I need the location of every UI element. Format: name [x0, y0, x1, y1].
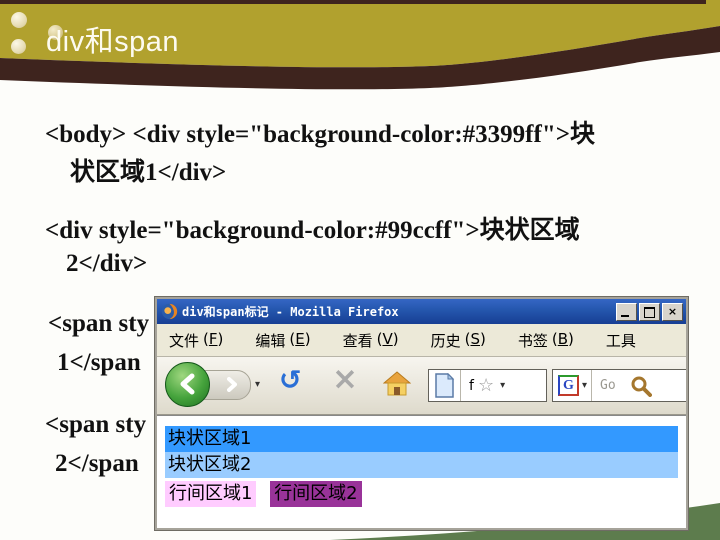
minimize-button[interactable]: [616, 302, 637, 321]
code-line: <span sty: [45, 411, 147, 438]
menu-item-edit[interactable]: 编辑 (E): [255, 330, 310, 351]
search-bar[interactable]: G ▾ Go: [552, 369, 686, 402]
menu-shortcut: (E): [289, 329, 311, 348]
menu-label: 历史: [430, 331, 461, 350]
bookmark-star-icon[interactable]: ☆: [478, 375, 494, 396]
browser-titlebar[interactable]: div和span标记 - Mozilla Firefox ×: [157, 299, 686, 324]
browser-page-content: 块状区域1 块状区域2 行间区域1 行间区域2: [157, 415, 686, 528]
menu-label: 工具: [605, 331, 636, 350]
code-line: 状区域1</div>: [70, 159, 227, 186]
page-icon: [435, 373, 455, 398]
demo-div-block-1: 块状区域1: [165, 426, 678, 452]
menu-item-tools[interactable]: 工具: [606, 330, 636, 351]
code-line: <div style="background-color:#99ccff">块状…: [45, 217, 580, 244]
search-magnifier-icon[interactable]: [630, 375, 652, 397]
menu-label: 书签: [517, 331, 548, 350]
refresh-button[interactable]: ↻: [279, 365, 302, 396]
menu-shortcut: (V): [376, 329, 399, 348]
menu-label: 编辑: [255, 331, 286, 350]
menu-item-file[interactable]: 文件 (F): [169, 330, 223, 351]
demo-span-row: 行间区域1 行间区域2: [165, 481, 678, 507]
window-title: div和span标记 - Mozilla Firefox: [182, 305, 399, 319]
code-line: 1</span: [57, 349, 141, 376]
menu-shortcut: (S): [464, 329, 486, 348]
browser-toolbar: ▾ ↻ × f ☆ ▾ G ▾ Go: [157, 357, 686, 415]
menu-shortcut: (B): [551, 329, 574, 348]
divider: [460, 370, 461, 401]
code-line: 2</span: [55, 450, 139, 477]
back-button[interactable]: [165, 362, 210, 407]
back-history-dropdown-icon[interactable]: ▾: [255, 379, 260, 390]
search-engine-dropdown-icon[interactable]: ▾: [582, 380, 587, 391]
demo-span-2: 行间区域2: [270, 481, 362, 507]
address-bar[interactable]: f ☆ ▾: [428, 369, 547, 402]
code-line: <span sty: [48, 310, 150, 337]
bullet-dot-icon: [11, 39, 26, 54]
stop-button[interactable]: ×: [332, 361, 358, 397]
home-button[interactable]: [383, 371, 411, 397]
menu-label: 查看: [342, 331, 373, 350]
close-button[interactable]: ×: [662, 302, 683, 321]
divider: [591, 370, 593, 401]
browser-window: div和span标记 - Mozilla Firefox × 文件 (F) 编辑…: [155, 297, 688, 530]
browser-menubar: 文件 (F) 编辑 (E) 查看 (V) 历史 (S) 书签 (B) 工具: [157, 324, 686, 357]
firefox-icon: [161, 303, 178, 320]
address-input[interactable]: f: [469, 378, 474, 394]
demo-span-1: 行间区域1: [165, 481, 257, 507]
code-line: <body> <div style="background-color:#339…: [45, 121, 595, 148]
menu-item-bookmarks[interactable]: 书签 (B): [518, 330, 574, 351]
forward-arrow-icon: [227, 377, 237, 392]
menu-item-history[interactable]: 历史 (S): [431, 330, 486, 351]
maximize-button[interactable]: [639, 302, 660, 321]
back-arrow-icon: [180, 373, 195, 395]
demo-div-block-2: 块状区域2: [165, 452, 678, 478]
menu-item-view[interactable]: 查看 (V): [343, 330, 399, 351]
slide: div和span <body> <div style="background-c…: [0, 0, 720, 540]
address-dropdown-icon[interactable]: ▾: [500, 380, 505, 391]
menu-label: 文件: [169, 331, 200, 350]
google-engine-icon: G: [558, 375, 579, 396]
bullet-dot-icon: [11, 12, 27, 28]
search-input[interactable]: Go: [600, 378, 616, 393]
code-line: 2</div>: [66, 250, 148, 277]
slide-title: div和span: [46, 26, 179, 58]
menu-shortcut: (F): [203, 329, 224, 348]
